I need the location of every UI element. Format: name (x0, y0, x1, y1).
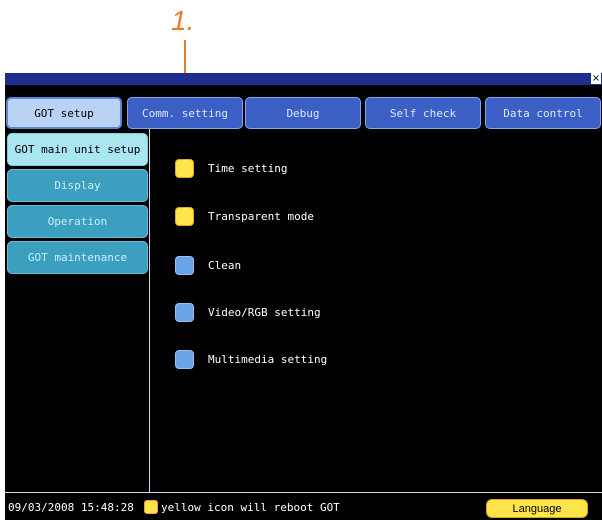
menu-item-video-rgb-setting[interactable]: Video/RGB setting (175, 302, 321, 322)
sidebar-item-got-main-unit-setup[interactable]: GOT main unit setup (7, 133, 148, 166)
menu-item-label: Video/RGB setting (208, 305, 321, 319)
menu-item-label: Clean (208, 258, 242, 272)
close-icon[interactable]: × (591, 73, 601, 84)
sidebar-item-operation[interactable]: Operation (7, 205, 148, 238)
language-button[interactable]: Language (486, 499, 588, 518)
status-bar-divider (5, 492, 602, 493)
menu-item-label: Time setting (208, 161, 288, 175)
tab-debug[interactable]: Debug (245, 97, 361, 129)
got-screen: × GOT setup Comm. setting Debug Self che… (5, 73, 602, 520)
status-datetime: 09/03/2008 15:48:28 (8, 501, 134, 514)
menu-item-multimedia-setting[interactable]: Multimedia setting (175, 349, 327, 369)
tab-got-setup[interactable]: GOT setup (6, 97, 122, 129)
sidebar-item-got-maintenance[interactable]: GOT maintenance (7, 241, 148, 274)
tab-comm-setting[interactable]: Comm. setting (127, 97, 243, 129)
sidebar-divider (149, 129, 150, 492)
status-legend-text: yellow icon will reboot GOT (161, 501, 340, 514)
setting-icon (175, 255, 194, 275)
menu-item-transparent-mode[interactable]: Transparent mode (175, 206, 314, 226)
setting-icon (175, 302, 194, 322)
menu-item-time-setting[interactable]: Time setting (175, 158, 287, 178)
setting-icon (175, 349, 194, 369)
callout-number: 1. (171, 5, 195, 36)
yellow-legend-icon (144, 500, 158, 514)
sidebar-item-display[interactable]: Display (7, 169, 148, 202)
menu-item-clean[interactable]: Clean (175, 255, 241, 275)
tab-self-check[interactable]: Self check (365, 97, 481, 129)
reboot-required-icon (175, 206, 194, 226)
title-bar: × (5, 73, 602, 85)
menu-item-label: Transparent mode (208, 209, 314, 223)
reboot-required-icon (175, 158, 194, 178)
tab-data-control[interactable]: Data control (485, 97, 601, 129)
menu-item-label: Multimedia setting (208, 352, 328, 366)
